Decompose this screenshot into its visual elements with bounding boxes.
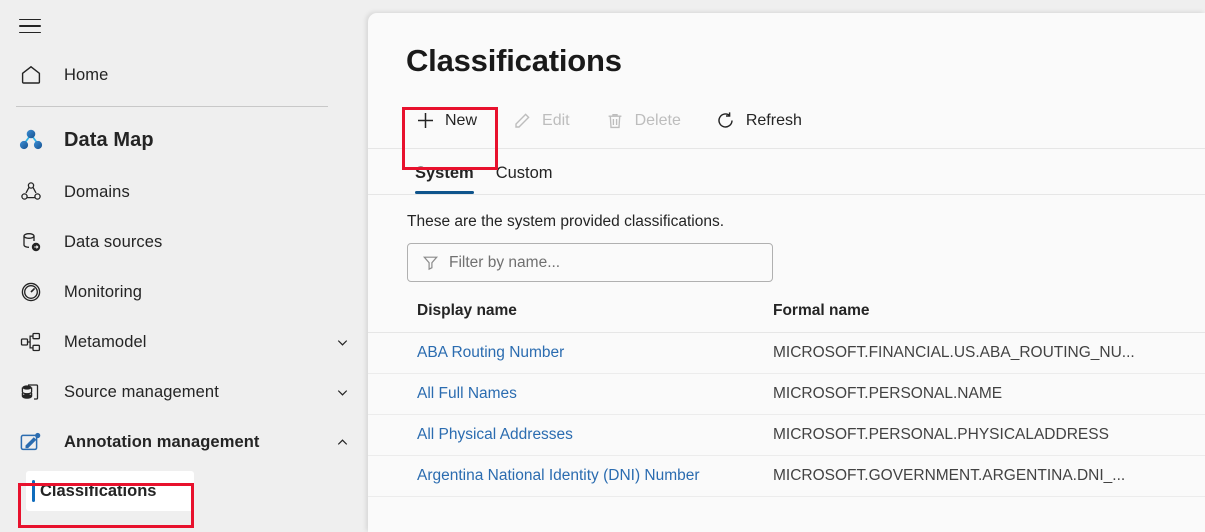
sidebar-item-source-management[interactable]: Source management <box>0 367 368 417</box>
delete-button: Delete <box>592 101 693 141</box>
sidebar-item-metamodel[interactable]: Metamodel <box>0 317 368 367</box>
annotation-management-icon <box>16 427 46 457</box>
table-row[interactable]: Argentina National Identity (DNI) Number… <box>368 455 1205 497</box>
domains-icon <box>16 177 46 207</box>
filter-input[interactable]: Filter by name... <box>407 243 773 282</box>
sidebar-item-label: Metamodel <box>64 332 147 351</box>
hamburger-line <box>19 31 41 34</box>
hamburger-line <box>19 25 41 27</box>
sidebar-item-label: Data sources <box>64 232 163 251</box>
sidebar-item-monitoring[interactable]: Monitoring <box>0 267 368 317</box>
command-toolbar: New Edit Delete Refresh <box>368 93 1205 149</box>
classification-link[interactable]: Argentina National Identity (DNI) Number <box>417 467 700 484</box>
refresh-button-label: Refresh <box>745 111 802 129</box>
chevron-down-icon[interactable] <box>334 334 350 350</box>
table-header-row: Display name Formal name <box>368 298 1205 333</box>
page-title: Classifications <box>406 43 622 78</box>
selected-indicator <box>32 480 35 502</box>
app-root: Home Data Map Domains Data sources Monit… <box>0 0 1205 532</box>
sidebar-item-label: Monitoring <box>64 282 143 301</box>
edit-button: Edit <box>499 101 582 141</box>
formal-name-cell: MICROSOFT.GOVERNMENT.ARGENTINA.DNI_... <box>772 455 1205 497</box>
plus-icon <box>414 110 436 132</box>
source-management-icon <box>16 377 46 407</box>
sidebar-item-home[interactable]: Home <box>0 50 368 100</box>
tab-custom[interactable]: Custom <box>485 164 564 194</box>
filter-icon <box>421 254 439 272</box>
section-description: These are the system provided classifica… <box>407 213 725 230</box>
refresh-icon <box>715 110 737 132</box>
data-map-icon <box>16 125 46 155</box>
new-button-label: New <box>445 111 478 129</box>
tab-label: System <box>415 164 474 182</box>
sidebar-section-data-map[interactable]: Data Map <box>0 113 368 167</box>
home-icon <box>16 60 46 90</box>
sidebar-section-label: Data Map <box>64 128 154 151</box>
hamburger-line <box>19 18 41 21</box>
data-sources-icon <box>16 227 46 257</box>
sidebar-divider <box>16 106 328 107</box>
classification-link[interactable]: ABA Routing Number <box>417 344 564 361</box>
table-row[interactable]: All Physical Addresses MICROSOFT.PERSONA… <box>368 414 1205 456</box>
formal-name-cell: MICROSOFT.FINANCIAL.US.ABA_ROUTING_NU... <box>772 332 1205 374</box>
sidebar: Home Data Map Domains Data sources Monit… <box>0 0 368 532</box>
main-content-panel: Classifications New Edit Delete Refresh … <box>368 13 1205 532</box>
sidebar-item-label: Classifications <box>40 481 157 500</box>
filter-row: Filter by name... <box>368 231 1205 282</box>
pencil-icon <box>511 110 533 132</box>
chevron-up-icon[interactable] <box>334 434 350 450</box>
metamodel-icon <box>16 327 46 357</box>
new-button[interactable]: New <box>402 101 489 141</box>
sidebar-item-data-sources[interactable]: Data sources <box>0 217 368 267</box>
monitoring-icon <box>16 277 46 307</box>
column-header-display-name[interactable]: Display name <box>368 298 772 333</box>
tab-bar: System Custom <box>368 149 1205 195</box>
sidebar-item-label: Annotation management <box>64 432 260 451</box>
table-row[interactable]: All Full Names MICROSOFT.PERSONAL.NAME <box>368 373 1205 415</box>
sidebar-item-classifications[interactable]: Classifications <box>26 471 194 511</box>
delete-button-label: Delete <box>634 111 681 129</box>
column-header-formal-name[interactable]: Formal name <box>772 298 1205 333</box>
classification-link[interactable]: All Physical Addresses <box>417 426 573 443</box>
tab-label: Custom <box>495 164 553 182</box>
hamburger-icon[interactable] <box>6 4 54 48</box>
sidebar-item-domains[interactable]: Domains <box>0 167 368 217</box>
sidebar-item-label: Domains <box>64 182 130 201</box>
filter-placeholder: Filter by name... <box>449 253 561 271</box>
classification-link[interactable]: All Full Names <box>417 385 517 402</box>
formal-name-cell: MICROSOFT.PERSONAL.PHYSICALADDRESS <box>772 414 1205 456</box>
sidebar-item-label: Source management <box>64 382 219 401</box>
trash-icon <box>604 110 626 132</box>
edit-button-label: Edit <box>542 111 570 129</box>
sidebar-item-annotation-management[interactable]: Annotation management <box>0 417 368 467</box>
tab-system[interactable]: System <box>404 164 485 194</box>
chevron-down-icon[interactable] <box>334 384 350 400</box>
table-row[interactable]: ABA Routing Number MICROSOFT.FINANCIAL.U… <box>368 332 1205 374</box>
sidebar-item-label: Home <box>64 65 109 84</box>
refresh-button[interactable]: Refresh <box>703 101 814 141</box>
classifications-table: Display name Formal name ABA Routing Num… <box>368 298 1205 497</box>
formal-name-cell: MICROSOFT.PERSONAL.NAME <box>772 373 1205 415</box>
